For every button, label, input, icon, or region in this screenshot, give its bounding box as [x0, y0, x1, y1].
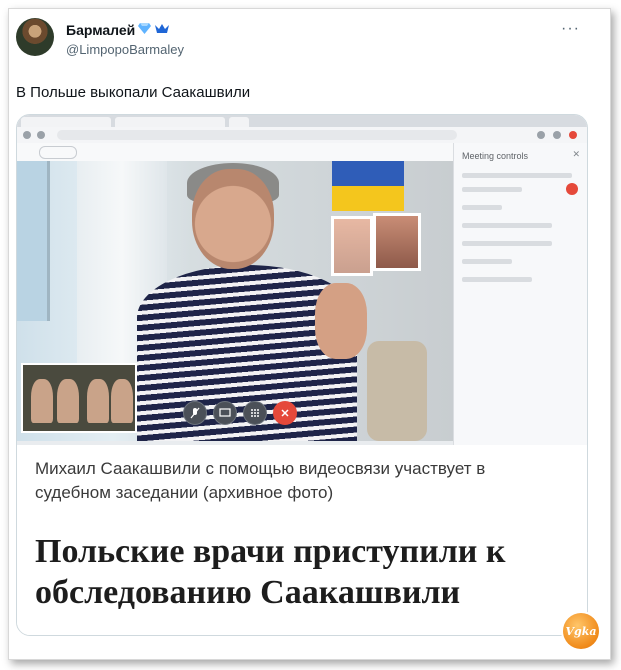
browser-tab: [229, 117, 249, 127]
tweet-header: Бармалей @LimpopoBarmaley ···: [16, 18, 586, 68]
logo-icon: Vgka: [563, 613, 599, 649]
reload-icon: [37, 131, 45, 139]
meeting-top-bar: [17, 143, 453, 161]
back-button: [39, 146, 77, 159]
grid-icon: [243, 401, 267, 425]
url-field: [57, 130, 457, 140]
pip-person: [111, 379, 133, 423]
panel-row: [462, 277, 532, 282]
mic-off-icon: [183, 401, 207, 425]
wall-photo: [373, 213, 421, 271]
end-call-icon: [273, 401, 297, 425]
browser-toolbar: [17, 127, 587, 144]
more-options-icon[interactable]: ···: [561, 20, 580, 38]
article-text: Михаил Саакашвили с помощью видеосвязи у…: [17, 445, 587, 635]
picture-in-picture: [21, 363, 137, 433]
flag-stripe-yellow: [332, 186, 404, 211]
panel-row: [462, 259, 512, 264]
ukraine-flag: [332, 161, 404, 211]
panel-row: [462, 187, 522, 192]
extension-icon: [537, 131, 545, 139]
panel-title: Meeting controls: [462, 151, 529, 161]
photo-caption: Михаил Саакашвили с помощью видеосвязи у…: [35, 459, 486, 502]
browser-tab: [115, 117, 225, 127]
watermark-text: Vgka: [566, 625, 596, 638]
person-hand: [315, 283, 367, 359]
article-headline[interactable]: Польские врачи приступили к обследованию…: [35, 531, 580, 613]
close-icon: ✕: [572, 149, 580, 159]
media-card[interactable]: Meeting controls ✕ Михаил Саакашвили с п…: [16, 114, 588, 636]
display-name[interactable]: Бармалей: [66, 22, 135, 38]
handle[interactable]: @LimpopoBarmaley: [66, 42, 184, 57]
crown-icon: [154, 23, 170, 37]
window: [17, 161, 50, 321]
pip-person: [31, 379, 53, 423]
panel-row: [462, 241, 552, 246]
flag-stripe-blue: [332, 161, 404, 186]
screen-share-icon: [213, 401, 237, 425]
profile-icon: [553, 131, 561, 139]
pip-person: [87, 379, 109, 423]
call-controls: [183, 401, 297, 425]
panel-row: [462, 173, 572, 178]
panel-row: [462, 223, 552, 228]
avatar[interactable]: [16, 18, 54, 56]
pip-person: [57, 379, 79, 423]
tweet-text: В Польше выкопали Саакашвили: [16, 84, 251, 101]
back-icon: [23, 131, 31, 139]
browser-tab-strip: [17, 115, 587, 127]
news-photo: Meeting controls ✕: [17, 115, 587, 445]
person-head: [192, 169, 274, 269]
name-row: Бармалей: [66, 22, 170, 38]
record-icon: [569, 131, 577, 139]
diamond-icon: [138, 23, 152, 37]
meeting-controls-panel: Meeting controls ✕: [453, 143, 587, 445]
wall-photo: [331, 216, 373, 276]
panel-row: [462, 205, 502, 210]
chair: [367, 341, 427, 441]
record-toggle-icon: [566, 183, 578, 195]
browser-tab: [21, 117, 111, 127]
